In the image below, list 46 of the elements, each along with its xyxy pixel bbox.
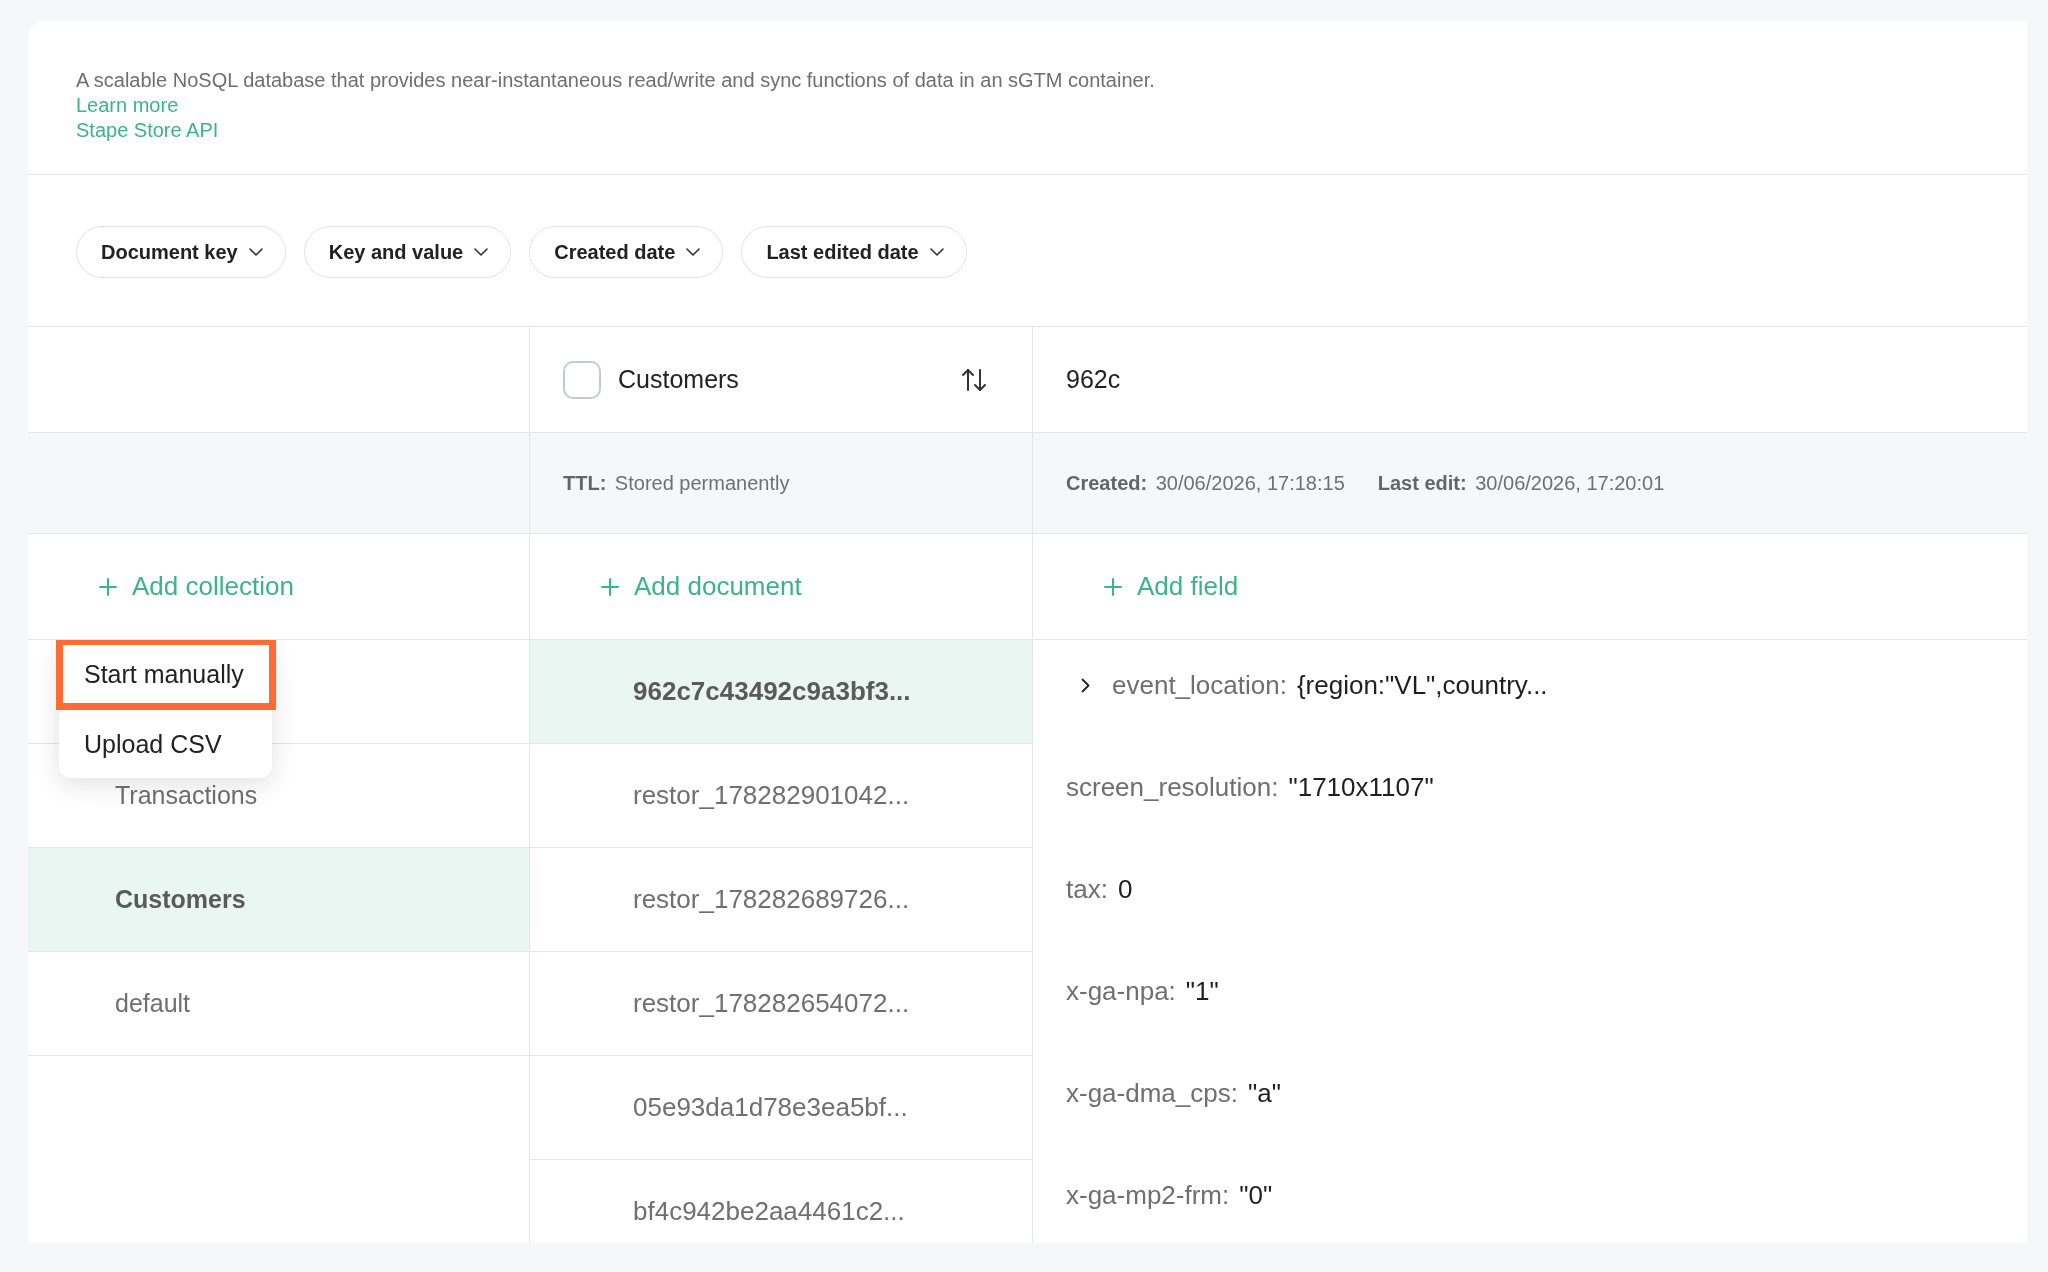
collection-title: Customers [618,365,740,394]
field-key: tax: [1066,873,1108,905]
ttl-text: TTL: Stored permanently [563,471,790,495]
filter-dropdown[interactable]: Last edited date [741,226,967,278]
created-date-text: Created: 30/06/2026, 17:18:15 [1066,471,1345,495]
document-item[interactable]: bf4c942be2aa4461c2... [530,1160,1032,1243]
chevron-down-icon [474,248,489,256]
document-item[interactable]: 05e93da1d78e3ea5bf... [530,1056,1032,1160]
chevron-down-icon [248,248,263,256]
document-item[interactable]: 962c7c43492c9a3bf3... [530,640,1032,744]
description-text: A scalable NoSQL database that provides near-instantaneous read/write and sync functions of data in an sGTM container. [76,68,1155,93]
add-button[interactable]: Add field [1104,571,1239,602]
field-value: "a" [1247,1077,1281,1109]
field-key: x-ga-npa: [1066,975,1176,1007]
chevron-down-icon [686,248,701,256]
filter-dropdown[interactable]: Key and value [303,226,512,278]
last-edit-text: Last edit: 30/06/2026, 17:20:01 [1377,471,1665,495]
document-item[interactable]: restor_178282901042... [530,744,1032,848]
chevron-down-icon [929,248,944,256]
document-item[interactable]: restor_178282689726... [530,848,1032,952]
field-key: event_location: [1112,669,1287,701]
plus-icon [601,577,619,596]
field-key: screen_resolution: [1066,771,1279,803]
plus-icon [99,577,117,596]
filter-dropdown[interactable]: Created date [529,226,724,278]
collection-item[interactable]: Customers [28,848,529,952]
field-key: x-ga-mp2-frm: [1066,1179,1230,1211]
filter-dropdown[interactable]: Document key [76,226,286,278]
sort-icon[interactable] [961,367,987,392]
add-button[interactable]: Add document [601,571,802,602]
link[interactable]: Stape Store API [76,118,219,143]
field-value: "1" [1185,975,1219,1007]
add-button[interactable]: Add collection [99,571,294,602]
field-value: "0" [1239,1179,1273,1211]
field-value: "1710x1107" [1288,771,1434,803]
field-value: {region:"VL",country... [1296,669,1548,701]
plus-icon [1104,577,1122,596]
chevron-right-icon[interactable] [1081,677,1090,693]
menu-item[interactable]: Start manually [56,640,276,710]
link[interactable]: Learn more [76,93,179,118]
field-key: x-ga-dma_cps: [1066,1077,1238,1109]
document-item[interactable]: restor_178282654072... [530,952,1032,1056]
collection-item[interactable]: default [28,952,529,1056]
document-id: 962c [1066,365,1121,394]
field-value: 0 [1117,873,1133,905]
checkbox[interactable] [563,360,601,399]
